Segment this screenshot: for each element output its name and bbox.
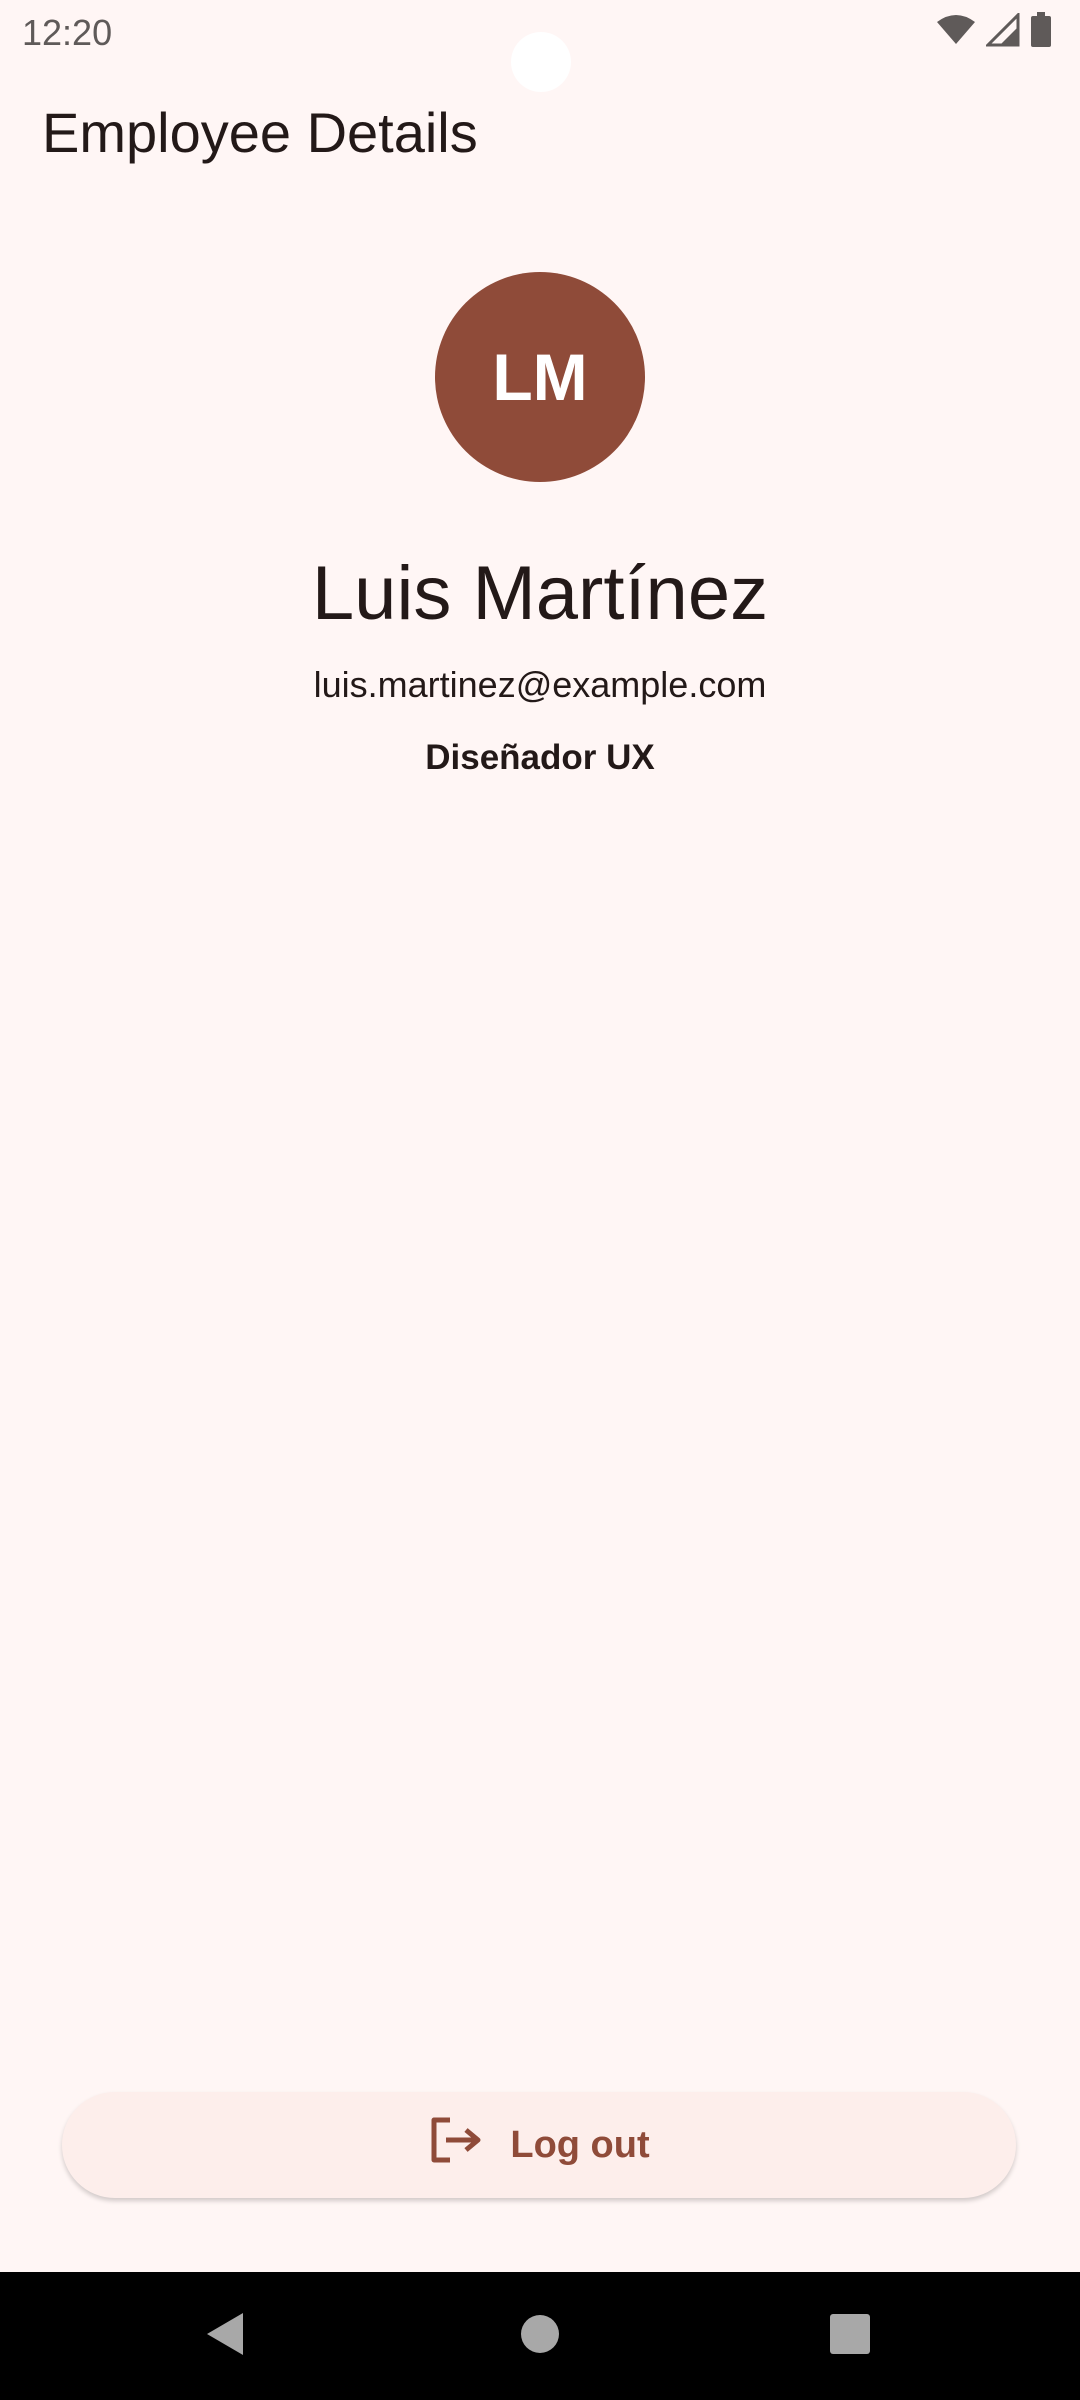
recents-button[interactable] xyxy=(810,2272,890,2400)
status-time: 12:20 xyxy=(22,12,113,53)
logout-icon xyxy=(428,2116,484,2174)
home-icon xyxy=(520,2314,560,2359)
logout-label: Log out xyxy=(510,2123,650,2166)
employee-name: Luis Martínez xyxy=(311,551,769,636)
back-icon xyxy=(205,2311,245,2362)
employee-role: Diseñador UX xyxy=(425,738,655,777)
system-navigation-bar xyxy=(0,2272,1080,2400)
battery-icon xyxy=(1030,12,1052,53)
cellular-signal-icon xyxy=(984,11,1020,52)
logout-button[interactable]: Log out xyxy=(62,2092,1016,2198)
wifi-icon xyxy=(936,14,976,51)
page-title: Employee Details xyxy=(42,101,478,164)
back-button[interactable] xyxy=(190,2272,260,2400)
employee-email: luis.martinez@example.com xyxy=(313,664,767,705)
recents-icon xyxy=(829,2313,871,2360)
camera-cutout xyxy=(511,32,571,92)
home-button[interactable] xyxy=(500,2272,580,2400)
avatar-initials: LM xyxy=(492,340,588,414)
status-icons xyxy=(936,11,1052,53)
avatar: LM xyxy=(435,272,645,482)
